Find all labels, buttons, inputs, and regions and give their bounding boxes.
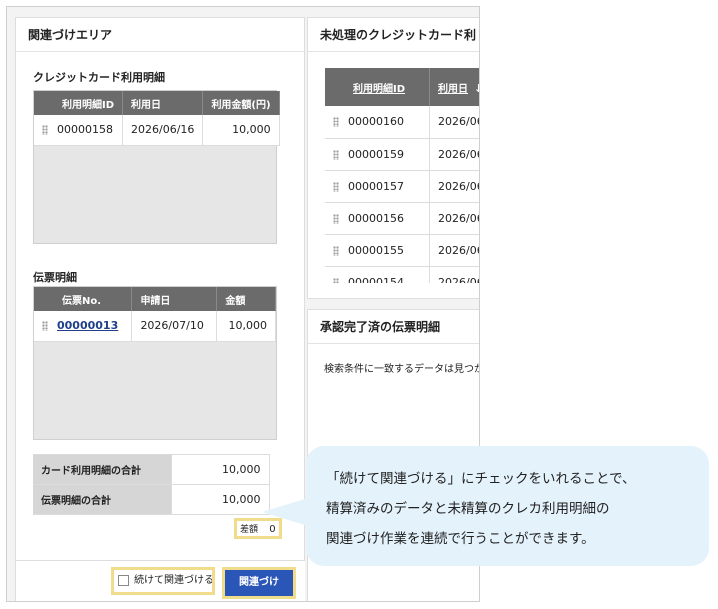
drag-handle-icon[interactable] xyxy=(42,321,48,332)
slip-row-amount: 10,000 xyxy=(216,311,276,342)
slip-row[interactable]: 00000013 2026/07/10 10,000 xyxy=(34,311,276,342)
col-header-slip-no[interactable]: 伝票No. xyxy=(34,287,133,311)
slip-section-title: 伝票明細 xyxy=(33,271,77,284)
unprocessed-row-id: 00000157 xyxy=(348,179,404,193)
unprocessed-row[interactable]: 00000160 2026/06/16 xyxy=(325,106,479,139)
action-bar: 続けて関連づける 関連づけ xyxy=(16,560,305,601)
unprocessed-row-date: 2026/06/16 xyxy=(429,170,479,203)
drag-handle-icon[interactable] xyxy=(333,213,339,224)
unprocessed-row[interactable]: 00000159 2026/06/16 xyxy=(325,138,479,171)
drag-handle-icon[interactable] xyxy=(42,125,48,136)
col-header-slip-amount[interactable]: 金額 xyxy=(216,287,276,311)
sort-link-usage-date[interactable]: 利用日 xyxy=(438,84,468,95)
link-button-highlight: 関連づけ xyxy=(222,567,296,599)
drag-handle-icon[interactable] xyxy=(333,277,339,283)
card-total-value: 10,000 xyxy=(171,454,270,485)
slip-table: 伝票No. 申請日 金額 00000013 2026/07/10 10,000 xyxy=(34,287,276,342)
unprocessed-row[interactable]: 00000154 2026/06/16 xyxy=(325,266,479,284)
drag-handle-icon[interactable] xyxy=(333,181,339,192)
card-row-date: 2026/06/16 xyxy=(122,115,204,146)
callout-line: 関連づけ作業を連続で行うことができます。 xyxy=(326,531,595,547)
unprocessed-row-id: 00000159 xyxy=(348,147,404,161)
drag-handle-icon[interactable] xyxy=(333,117,339,128)
card-statement-row[interactable]: 00000158 2026/06/16 10,000 xyxy=(34,115,280,146)
unprocessed-row[interactable]: 00000157 2026/06/16 xyxy=(325,170,479,203)
unprocessed-card-panel: 未処理のクレジットカード利 利用明細ID 利用日 ↓ 00000160 2026/0… xyxy=(307,17,479,299)
unprocessed-row[interactable]: 00000156 2026/06/16 xyxy=(325,202,479,235)
slip-total-label: 伝票明細の合計 xyxy=(33,484,172,515)
unprocessed-row-date: 2026/06/16 xyxy=(429,202,479,235)
slip-table-area: 伝票No. 申請日 金額 00000013 2026/07/10 10,000 xyxy=(33,286,277,440)
unprocessed-row-date: 2026/06/16 xyxy=(429,106,479,139)
approved-slip-title: 承認完了済の伝票明細 xyxy=(308,310,479,344)
unprocessed-row-id: 00000155 xyxy=(348,243,404,257)
card-row-id: 00000158 xyxy=(57,123,113,137)
card-row-id-cell: 00000158 xyxy=(34,115,124,146)
card-total-row: カード利用明細の合計 10,000 xyxy=(33,454,270,485)
callout-line: 「続けて関連づける」にチェックをいれることで、 xyxy=(326,471,636,487)
sort-link-usage-id[interactable]: 利用明細ID xyxy=(353,84,405,95)
link-button[interactable]: 関連づけ xyxy=(225,570,293,596)
unprocessed-table: 利用明細ID 利用日 ↓ 00000160 2026/06/16 00000159 2… xyxy=(325,68,479,284)
continue-linking-checkbox[interactable]: 続けて関連づける xyxy=(111,567,215,595)
callout-bubble: 「続けて関連づける」にチェックをいれることで、 精算済みのデータと未精算のクレカ… xyxy=(306,446,709,566)
col-header-usage-date[interactable]: 利用日 xyxy=(122,91,204,115)
link-area-title: 関連づけエリア xyxy=(16,18,304,52)
unprocessed-table-area: 利用明細ID 利用日 ↓ 00000160 2026/06/16 00000159 2… xyxy=(325,68,479,284)
difference-label: 差額 xyxy=(240,525,259,535)
card-statement-table: 利用明細ID 利用日 利用金額(円) 00000158 2026/06/16 1… xyxy=(34,91,280,146)
slip-number-link[interactable]: 00000013 xyxy=(57,319,118,332)
unprocessed-row-id: 00000160 xyxy=(348,115,404,129)
approved-slip-empty-message: 検索条件に一致するデータは見つか xyxy=(324,364,480,375)
continue-linking-label: 続けて関連づける xyxy=(134,575,214,586)
slip-row-date: 2026/07/10 xyxy=(131,311,218,342)
unprocessed-card-title: 未処理のクレジットカード利 xyxy=(308,18,479,52)
unprocessed-row-id: 00000154 xyxy=(348,275,404,284)
totals-table: カード利用明細の合計 10,000 伝票明細の合計 10,000 xyxy=(33,454,270,515)
slip-total-row: 伝票明細の合計 10,000 xyxy=(33,484,270,515)
col-header-usage-id[interactable]: 利用明細ID xyxy=(34,91,124,115)
col-header-usage-amount[interactable]: 利用金額(円) xyxy=(202,91,280,115)
drag-handle-icon[interactable] xyxy=(333,245,339,256)
unprocessed-row-id: 00000156 xyxy=(348,211,404,225)
unprocessed-row-date: 2026/06/16 xyxy=(429,266,479,283)
sort-desc-icon[interactable]: ↓ xyxy=(474,82,479,95)
col-header-unprocessed-date[interactable]: 利用日 ↓ xyxy=(429,68,479,106)
drag-handle-icon[interactable] xyxy=(333,149,339,160)
slip-row-no-cell: 00000013 xyxy=(34,311,133,342)
unprocessed-row[interactable]: 00000155 2026/06/16 xyxy=(325,234,479,267)
col-header-unprocessed-id[interactable]: 利用明細ID xyxy=(325,68,431,106)
col-header-apply-date[interactable]: 申請日 xyxy=(131,287,218,311)
unprocessed-row-date: 2026/06/16 xyxy=(429,138,479,171)
card-row-amount: 10,000 xyxy=(202,115,280,146)
card-statement-section-title: クレジットカード利用明細 xyxy=(33,71,165,84)
card-statement-table-area: 利用明細ID 利用日 利用金額(円) 00000158 2026/06/16 1… xyxy=(33,90,280,244)
callout-pointer xyxy=(262,498,308,526)
card-total-label: カード利用明細の合計 xyxy=(33,454,172,485)
slip-total-value: 10,000 xyxy=(171,484,270,515)
checkbox-square-icon[interactable] xyxy=(118,574,129,586)
callout-line: 精算済みのデータと未精算のクレカ利用明細の xyxy=(326,501,610,517)
unprocessed-row-date: 2026/06/16 xyxy=(429,234,479,267)
